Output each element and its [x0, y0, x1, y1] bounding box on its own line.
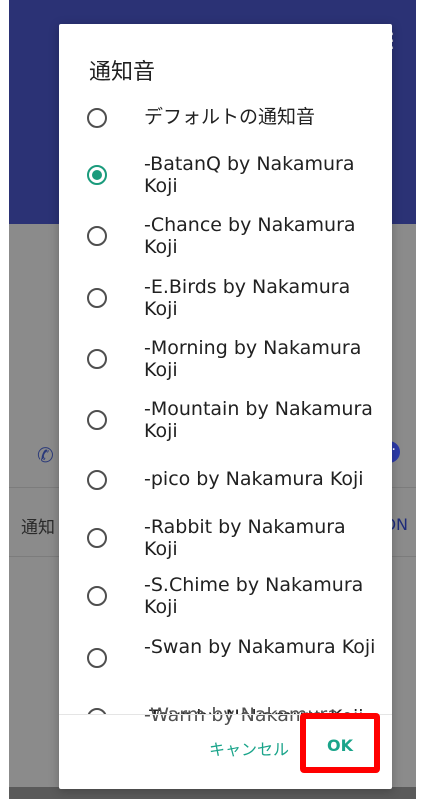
radio-unchecked-icon[interactable]	[87, 349, 107, 369]
radio-unchecked-icon[interactable]	[87, 226, 107, 246]
radio-unchecked-icon[interactable]	[87, 410, 107, 430]
phone-icon: ✆	[37, 443, 54, 467]
sound-option-label: -pico by Nakamura Koji	[144, 468, 364, 490]
radio-unchecked-icon[interactable]	[87, 288, 107, 308]
radio-unchecked-icon[interactable]	[87, 648, 107, 668]
sound-option[interactable]: -S.Chime by Nakamura Koji	[59, 574, 392, 636]
sound-option-label: -S.Chime by Nakamura Koji	[144, 574, 364, 618]
sound-option[interactable]: デフォルトの通知音	[59, 96, 392, 158]
sound-option[interactable]: -Rabbit by Nakamura Koji	[59, 516, 392, 578]
radio-unchecked-icon[interactable]	[87, 528, 107, 548]
dialog-title: 通知音	[89, 60, 156, 85]
sound-option[interactable]: -pico by Nakamura Koji	[59, 458, 392, 520]
sound-option-label: -Rabbit by Nakamura Koji	[144, 516, 346, 560]
radio-unchecked-icon[interactable]	[87, 470, 107, 490]
sound-option[interactable]: -Chance by Nakamura Koji	[59, 214, 392, 276]
radio-unchecked-icon[interactable]	[87, 108, 107, 128]
sound-option-label: -E.Birds by Nakamura Koji	[144, 276, 351, 320]
sound-option-label: デフォルトの通知音	[144, 106, 316, 128]
sound-option-label: -Morning by Nakamura Koji	[144, 337, 362, 381]
sound-option[interactable]: -Swan by Nakamura Koji	[59, 636, 392, 698]
sound-option-label: -Chance by Nakamura Koji	[144, 214, 356, 258]
sound-option-label: -Swan by Nakamura Koji	[144, 636, 376, 658]
ok-button[interactable]: OK	[300, 713, 380, 773]
sound-option[interactable]: -BatanQ by Nakamura Koji	[59, 153, 392, 215]
ok-button-label: OK	[327, 736, 353, 755]
screen: ⋮ ✆ 通知 ON 通知音 デフォルトの通知音-BatanQ by Nakamu…	[9, 0, 416, 799]
sound-option[interactable]: -Morning by Nakamura Koji	[59, 337, 392, 399]
setting-label: 通知	[21, 518, 55, 538]
cancel-button[interactable]: キャンセル	[209, 736, 289, 760]
sound-option-label: -BatanQ by Nakamura Koji	[144, 153, 355, 197]
radio-checked-icon[interactable]	[87, 165, 107, 185]
radio-unchecked-icon[interactable]	[87, 586, 107, 606]
sound-option[interactable]: -Mountain by Nakamura Koji	[59, 398, 392, 460]
sound-option[interactable]: -E.Birds by Nakamura Koji	[59, 276, 392, 338]
sound-option-label: -Mountain by Nakamura Koji	[144, 398, 373, 442]
sound-list[interactable]: デフォルトの通知音 -BatanQ by Nakamura Koji -Chance…	[59, 96, 392, 714]
notification-sound-dialog: 通知音 デフォルトの通知音 -BatanQ by Nakamura Koji -Ch…	[59, 24, 392, 789]
